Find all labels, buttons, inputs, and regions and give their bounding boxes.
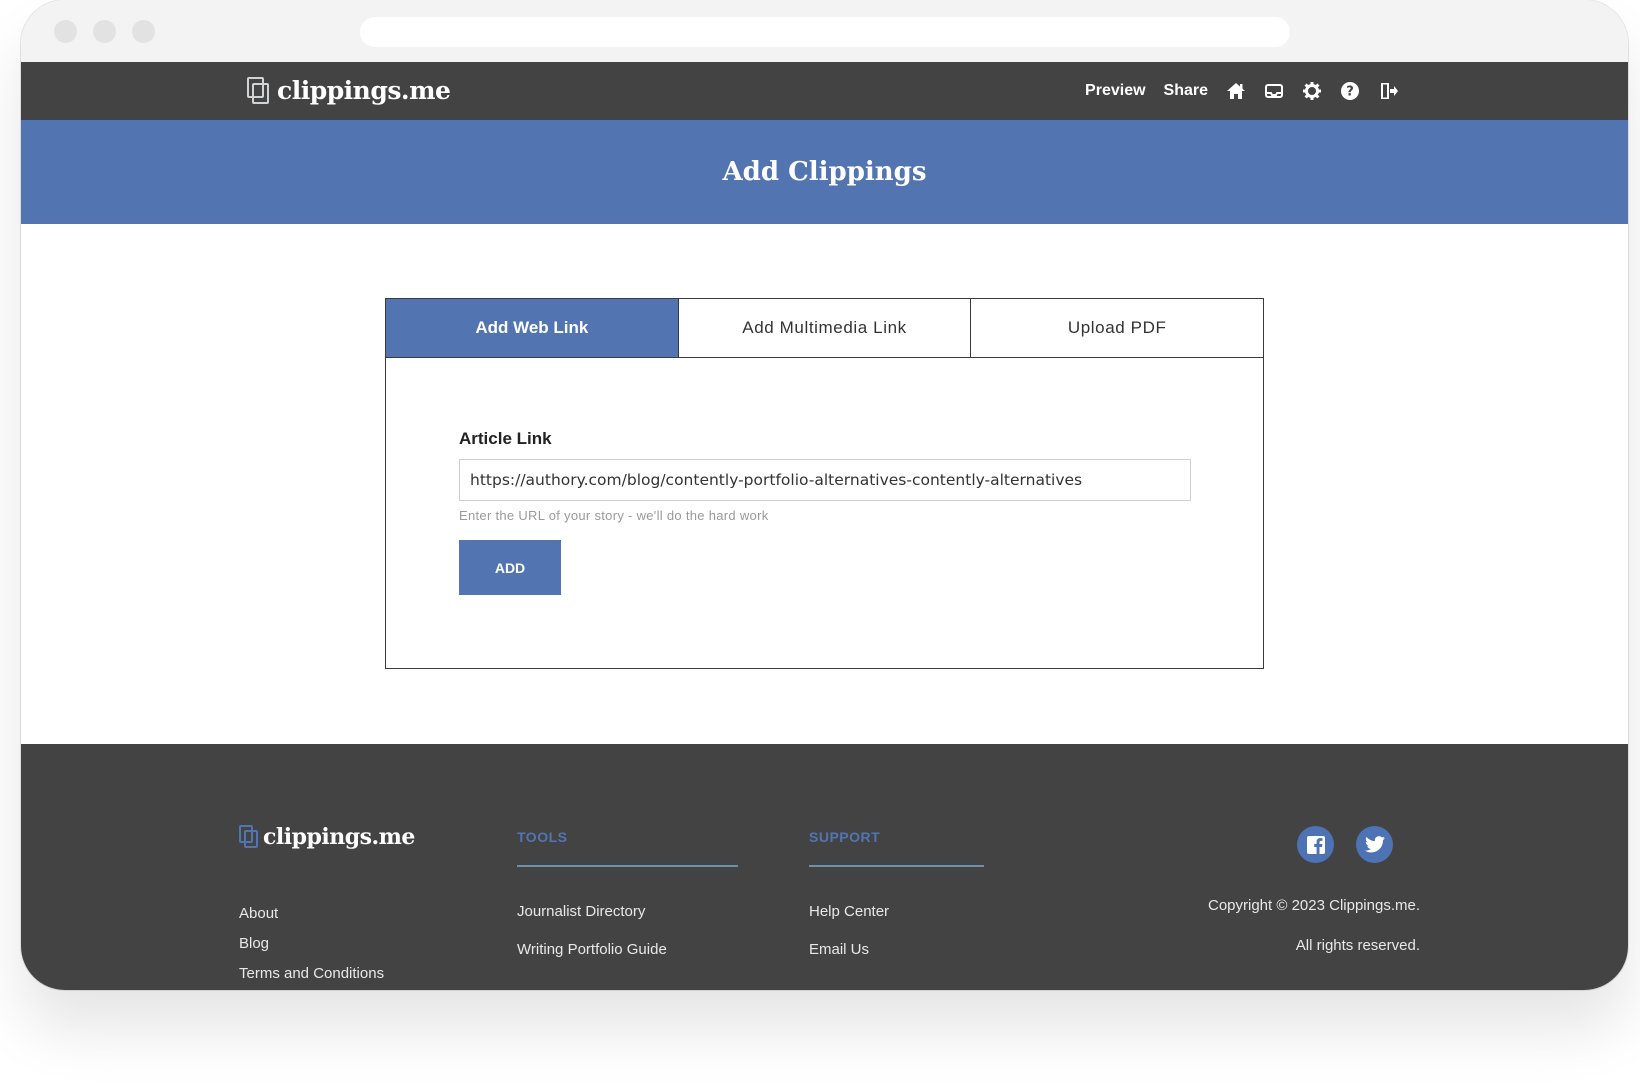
tab-add-multimedia-link[interactable]: Add Multimedia Link bbox=[679, 299, 972, 357]
copyright-notice: Copyright © 2023 Clippings.me. All right… bbox=[1208, 886, 1420, 966]
brand-name: clippings.me bbox=[277, 76, 451, 105]
screenshot-stage: clippings.me Preview Share ? Add Clippin… bbox=[0, 0, 1640, 1086]
window-maximize-dot[interactable] bbox=[132, 20, 155, 43]
address-bar[interactable] bbox=[360, 17, 1290, 47]
gear-icon[interactable] bbox=[1302, 81, 1322, 101]
rights-line: All rights reserved. bbox=[1295, 937, 1420, 954]
social-links bbox=[1297, 826, 1393, 863]
tab-add-web-link[interactable]: Add Web Link bbox=[386, 299, 679, 357]
page-title: Add Clippings bbox=[722, 157, 927, 187]
help-icon[interactable]: ? bbox=[1340, 81, 1360, 101]
footer-logo-mark-icon bbox=[239, 825, 259, 849]
brand-logo[interactable]: clippings.me bbox=[247, 76, 451, 105]
article-link-input[interactable] bbox=[459, 459, 1191, 501]
facebook-icon[interactable] bbox=[1297, 826, 1334, 863]
footer-company-links: About Blog Terms and Conditions bbox=[239, 905, 384, 982]
svg-text:?: ? bbox=[1346, 85, 1354, 100]
footer-about-link[interactable]: About bbox=[239, 905, 384, 922]
add-clipping-card: Add Web Link Add Multimedia Link Upload … bbox=[385, 298, 1264, 669]
article-link-hint: Enter the URL of your story - we'll do t… bbox=[459, 508, 769, 523]
window-minimize-dot[interactable] bbox=[93, 20, 116, 43]
copyright-line: Copyright © 2023 Clippings.me. bbox=[1208, 897, 1420, 914]
footer-brand-logo[interactable]: clippings.me bbox=[239, 824, 415, 850]
footer-tools-divider bbox=[517, 865, 738, 867]
site-footer: clippings.me About Blog Terms and Condit… bbox=[21, 744, 1628, 990]
footer-support-column: SUPPORT Help Center Email Us bbox=[809, 829, 984, 958]
window-close-dot[interactable] bbox=[54, 20, 77, 43]
nav-links: Preview Share ? bbox=[1085, 62, 1398, 120]
add-button[interactable]: ADD bbox=[459, 540, 561, 595]
page-header-band: Add Clippings bbox=[21, 120, 1628, 224]
footer-brand-name: clippings.me bbox=[263, 824, 415, 850]
footer-help-center-link[interactable]: Help Center bbox=[809, 903, 984, 920]
twitter-icon[interactable] bbox=[1356, 826, 1393, 863]
logo-mark-icon bbox=[247, 76, 271, 105]
footer-support-heading: SUPPORT bbox=[809, 829, 881, 845]
article-link-label: Article Link bbox=[459, 429, 552, 448]
clipping-type-tabs: Add Web Link Add Multimedia Link Upload … bbox=[386, 299, 1263, 358]
footer-email-us-link[interactable]: Email Us bbox=[809, 941, 984, 958]
top-nav: clippings.me Preview Share ? bbox=[21, 62, 1628, 120]
footer-support-list: Help Center Email Us bbox=[809, 903, 984, 958]
footer-tools-column: TOOLS Journalist Directory Writing Portf… bbox=[517, 829, 738, 958]
share-link[interactable]: Share bbox=[1164, 82, 1208, 100]
footer-journalist-directory-link[interactable]: Journalist Directory bbox=[517, 903, 738, 920]
footer-tools-list: Journalist Directory Writing Portfolio G… bbox=[517, 903, 738, 958]
footer-support-divider bbox=[809, 865, 984, 867]
footer-tools-heading: TOOLS bbox=[517, 829, 568, 845]
footer-terms-link[interactable]: Terms and Conditions bbox=[239, 965, 384, 982]
browser-chrome bbox=[21, 0, 1628, 62]
article-link-form: Article Link Enter the URL of your story… bbox=[459, 429, 1191, 595]
footer-blog-link[interactable]: Blog bbox=[239, 935, 384, 952]
home-icon[interactable] bbox=[1226, 81, 1246, 101]
logout-icon[interactable] bbox=[1378, 81, 1398, 101]
preview-link[interactable]: Preview bbox=[1085, 82, 1145, 100]
browser-window: clippings.me Preview Share ? Add Clippin… bbox=[21, 0, 1628, 990]
footer-writing-portfolio-guide-link[interactable]: Writing Portfolio Guide bbox=[517, 941, 738, 958]
inbox-icon[interactable] bbox=[1264, 81, 1284, 101]
tab-upload-pdf[interactable]: Upload PDF bbox=[971, 299, 1263, 357]
